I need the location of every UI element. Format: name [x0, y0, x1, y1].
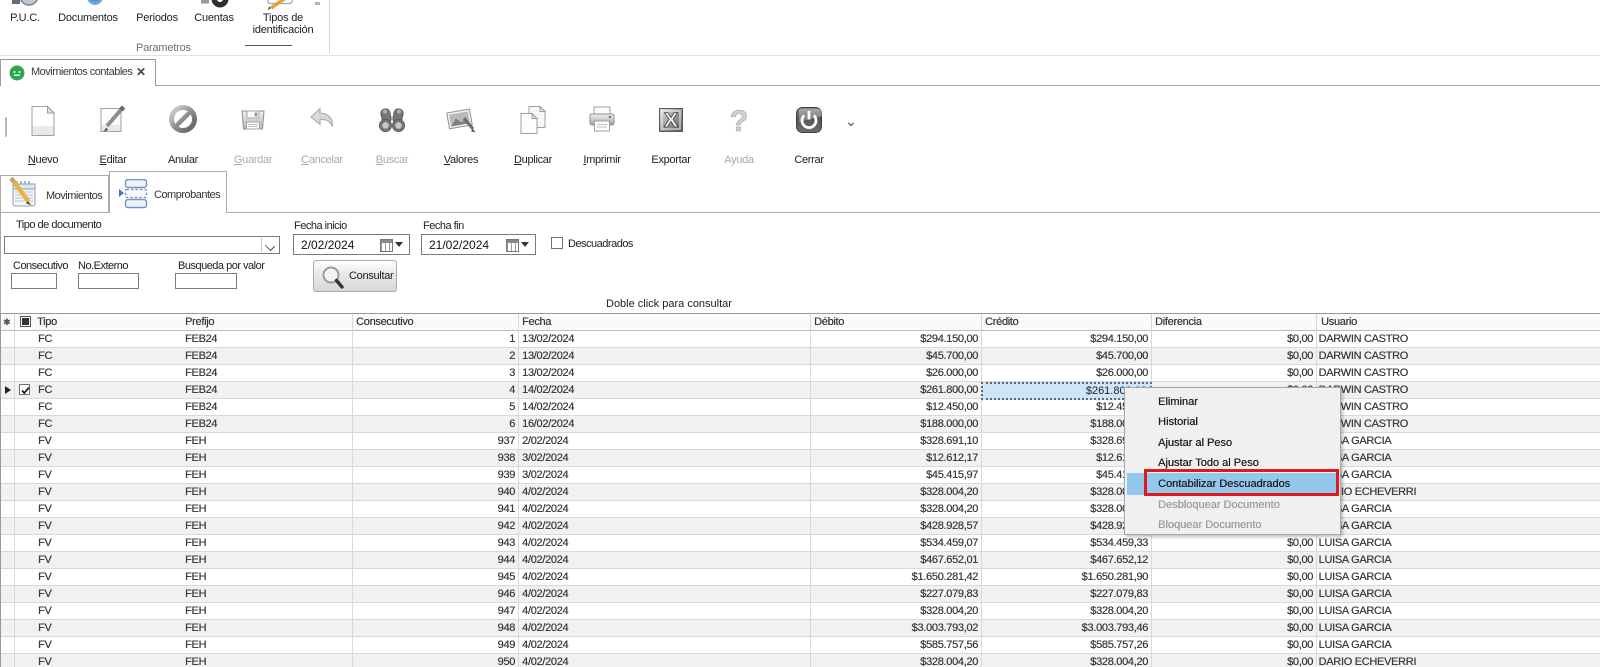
svg-text:?: ? — [730, 105, 748, 136]
svg-text:X: X — [664, 109, 678, 132]
svg-text:✱: ✱ — [3, 317, 10, 327]
